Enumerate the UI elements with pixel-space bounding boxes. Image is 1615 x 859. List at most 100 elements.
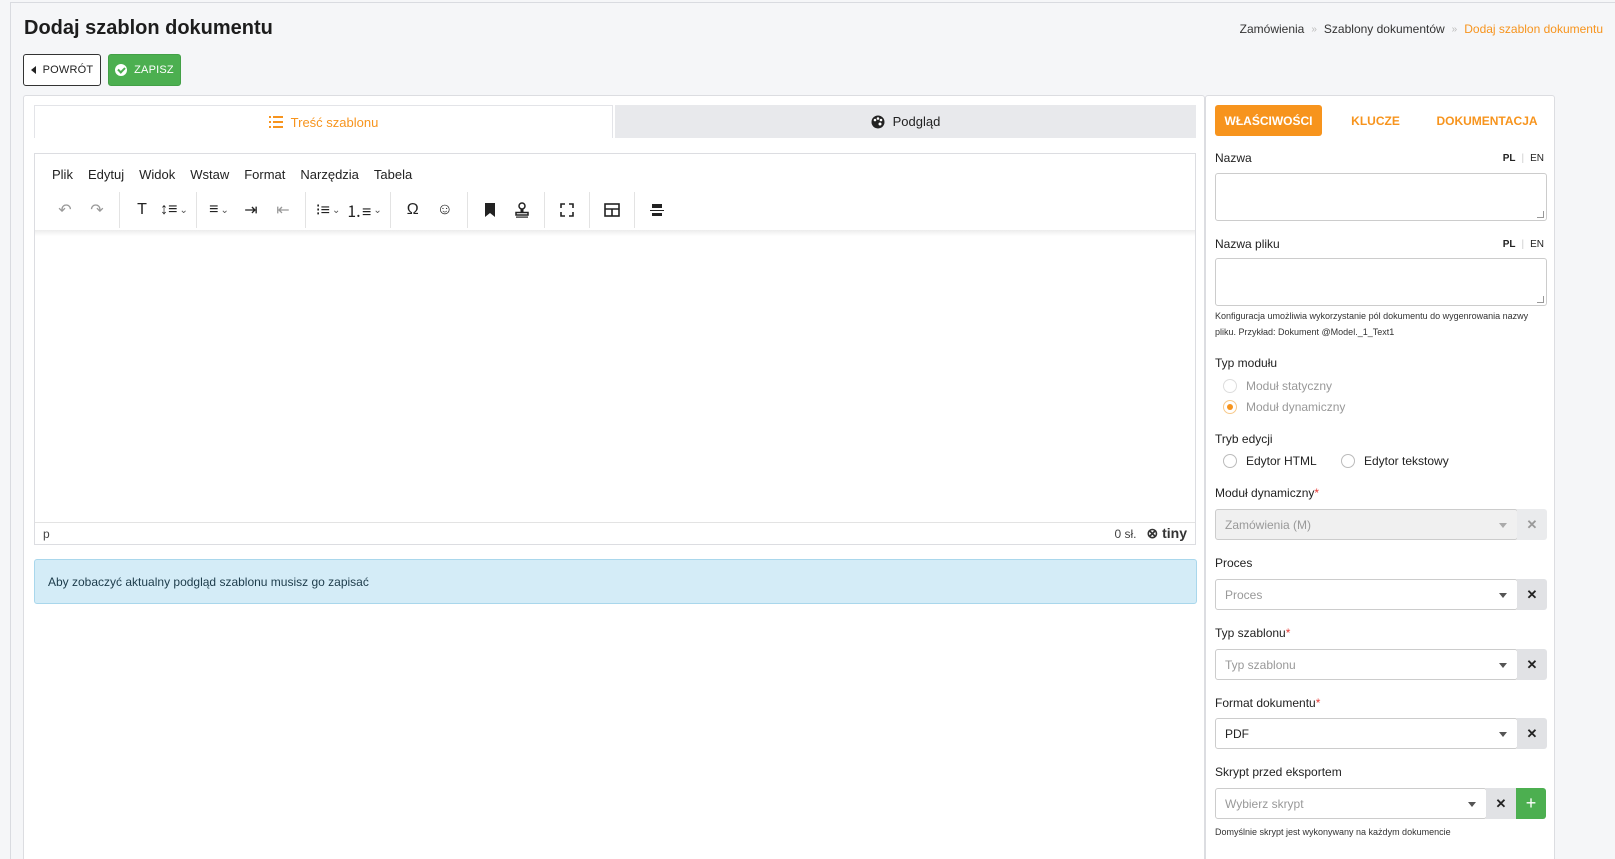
add-script-button[interactable]: +	[1516, 788, 1546, 819]
process-label: Proces	[1215, 556, 1253, 570]
breadcrumb: Zamówienia » Szablony dokumentów » Dodaj…	[1240, 22, 1603, 36]
left-border	[10, 2, 11, 859]
template-type-placeholder: Typ szablonu	[1225, 657, 1296, 672]
process-select[interactable]: Proces	[1215, 579, 1518, 610]
filename-label: Nazwa pliku	[1215, 237, 1280, 251]
editor-toolbar: ↶ ↷ T ↕≡ ⌄ ≡ ⌄ ⇥ ⇤ ⁝≡ ⌄ ⒈≡ ⌄ Ω ☺	[43, 192, 679, 228]
rich-text-editor[interactable]: Plik Edytuj Widok Wstaw Format Narzędzia…	[34, 153, 1196, 545]
breadcrumb-separator: »	[1311, 23, 1317, 35]
tiny-logo[interactable]: ⊗ tiny	[1146, 525, 1187, 542]
toolbar-group-lists: ⁝≡ ⌄ ⒈≡ ⌄	[306, 192, 391, 228]
font-size-icon[interactable]: T	[128, 196, 156, 224]
tab-documentation[interactable]: DOKUMENTACJA	[1427, 105, 1547, 136]
clear-doc-format-button[interactable]: ✕	[1517, 718, 1547, 749]
toolbar-group-history: ↶ ↷	[43, 192, 120, 228]
radio-circle	[1341, 454, 1355, 468]
editor-statusbar: p 0 sł. ⊗ tiny	[35, 522, 1195, 544]
undo-icon[interactable]: ↶	[51, 196, 79, 224]
word-count-icon[interactable]	[643, 196, 671, 224]
radio-dynamic-module[interactable]: Moduł dynamiczny	[1223, 400, 1345, 414]
script-placeholder: Wybierz skrypt	[1225, 796, 1304, 811]
stamp-icon[interactable]	[508, 196, 536, 224]
template-type-select[interactable]: Typ szablonu	[1215, 649, 1518, 680]
radio-circle	[1223, 454, 1237, 468]
radio-html-editor[interactable]: Edytor HTML	[1223, 454, 1317, 468]
chevron-down-icon	[1499, 732, 1507, 737]
fullscreen-icon[interactable]	[553, 196, 581, 224]
word-count[interactable]: 0 sł.	[1114, 527, 1136, 541]
menu-table[interactable]: Tabela	[374, 167, 412, 182]
clear-dynamic-module-button: ✕	[1517, 509, 1547, 540]
editor-menubar: Plik Edytuj Widok Wstaw Format Narzędzia…	[52, 167, 412, 182]
breadcrumb-item-current: Dodaj szablon dokumentu	[1464, 22, 1603, 36]
name-input[interactable]	[1215, 173, 1547, 221]
table-icon[interactable]	[598, 196, 626, 224]
bookmark-icon[interactable]	[476, 196, 504, 224]
list-icon	[268, 116, 283, 128]
line-height-icon[interactable]: ↕≡ ⌄	[160, 196, 188, 224]
editor-toolbar-shadow	[35, 230, 1195, 236]
module-type-label: Typ modułu	[1215, 356, 1278, 370]
element-path[interactable]: p	[43, 527, 50, 541]
toolbar-group-view	[545, 192, 590, 228]
menu-tools[interactable]: Narzędzia	[300, 167, 359, 182]
indent-icon[interactable]: ⇥	[237, 196, 265, 224]
script-label: Skrypt przed eksportem	[1215, 765, 1342, 779]
tab-template-content[interactable]: Treść szablonu	[34, 105, 613, 138]
lang-divider: |	[1521, 153, 1525, 164]
lang-en[interactable]: EN	[1530, 153, 1544, 164]
clear-script-button[interactable]: ✕	[1486, 788, 1516, 819]
align-left-icon[interactable]: ≡ ⌄	[205, 196, 233, 224]
bullet-list-icon[interactable]: ⁝≡ ⌄	[314, 196, 342, 224]
properties-panel: WŁAŚCIWOŚCI KLUCZE DOKUMENTACJA Nazwa PL…	[1205, 95, 1555, 859]
redo-icon[interactable]: ↷	[83, 196, 111, 224]
dynamic-module-value: Zamówienia (M)	[1225, 517, 1312, 532]
radio-static-module-label: Moduł statyczny	[1246, 379, 1333, 393]
tiny-brand-icon: ⊗	[1146, 525, 1159, 541]
filename-input[interactable]	[1215, 258, 1547, 306]
breadcrumb-item-orders[interactable]: Zamówienia	[1240, 22, 1305, 36]
numbered-list-icon[interactable]: ⒈≡ ⌄	[346, 196, 382, 224]
script-select[interactable]: Wybierz skrypt	[1215, 788, 1487, 819]
clear-template-type-button[interactable]: ✕	[1517, 649, 1547, 680]
clear-process-button[interactable]: ✕	[1517, 579, 1547, 610]
lang-pl[interactable]: PL	[1503, 239, 1516, 250]
caret-left-icon	[30, 66, 36, 74]
required-mark: *	[1315, 696, 1321, 710]
back-button[interactable]: POWRÓT	[23, 54, 101, 86]
special-char-icon[interactable]: Ω	[399, 196, 427, 224]
outdent-icon[interactable]: ⇤	[269, 196, 297, 224]
tab-preview[interactable]: Podgląd	[615, 105, 1196, 138]
menu-file[interactable]: Plik	[52, 167, 73, 182]
lang-en[interactable]: EN	[1530, 239, 1544, 250]
menu-insert[interactable]: Wstaw	[190, 167, 229, 182]
toolbar-group-insert: Ω ☺	[391, 192, 468, 228]
tab-keys[interactable]: KLUCZE	[1332, 105, 1419, 136]
edit-mode-label: Tryb edycji	[1215, 432, 1273, 446]
doc-format-select[interactable]: PDF	[1215, 718, 1518, 749]
process-placeholder: Proces	[1225, 587, 1263, 602]
breadcrumb-item-templates[interactable]: Szablony dokumentów	[1324, 22, 1445, 36]
radio-text-editor[interactable]: Edytor tekstowy	[1341, 454, 1449, 468]
required-mark: *	[1285, 626, 1291, 640]
lang-divider: |	[1521, 239, 1525, 250]
tab-properties[interactable]: WŁAŚCIWOŚCI	[1215, 105, 1322, 136]
template-type-label-text: Typ szablonu	[1215, 626, 1286, 640]
info-alert: Aby zobaczyć aktualny podgląd szablonu m…	[34, 559, 1197, 604]
toolbar-group-align: ≡ ⌄ ⇥ ⇤	[197, 192, 306, 228]
menu-format[interactable]: Format	[244, 167, 285, 182]
save-button[interactable]: ZAPISZ	[108, 54, 181, 86]
menu-edit[interactable]: Edytuj	[88, 167, 124, 182]
emoji-icon[interactable]: ☺	[431, 196, 459, 224]
name-label: Nazwa	[1215, 151, 1252, 165]
required-mark: *	[1314, 486, 1320, 500]
tiny-brand-label: tiny	[1162, 525, 1187, 541]
dynamic-module-select: Zamówienia (M)	[1215, 509, 1518, 540]
radio-static-module[interactable]: Moduł statyczny	[1223, 379, 1332, 393]
tab-preview-label: Podgląd	[892, 114, 941, 129]
lang-pl[interactable]: PL	[1503, 153, 1516, 164]
radio-circle-checked	[1223, 400, 1237, 414]
menu-view[interactable]: Widok	[139, 167, 175, 182]
radio-text-editor-label: Edytor tekstowy	[1364, 454, 1449, 468]
doc-format-label-text: Format dokumentu	[1215, 696, 1316, 710]
